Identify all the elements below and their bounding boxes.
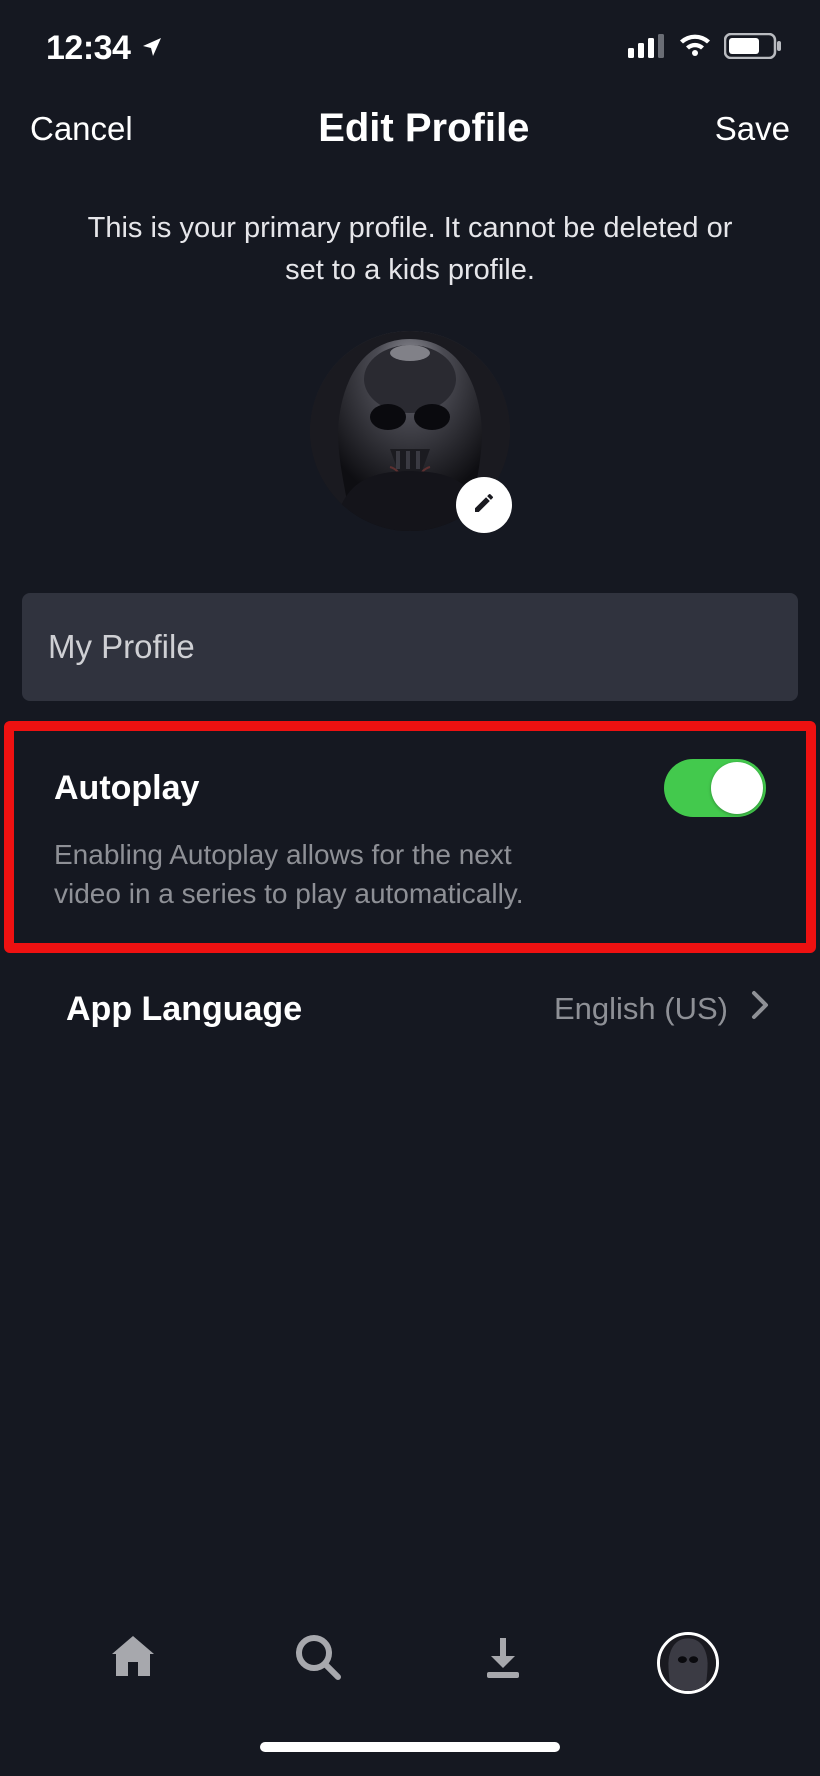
home-indicator[interactable] — [260, 1742, 560, 1752]
pencil-icon — [472, 491, 496, 520]
avatar-section — [0, 301, 820, 573]
app-language-row[interactable]: App Language English (US) — [22, 953, 798, 1029]
content: Autoplay Enabling Autoplay allows for th… — [0, 573, 820, 1029]
toggle-knob — [711, 762, 763, 814]
autoplay-description: Enabling Autoplay allows for the next vi… — [54, 835, 574, 913]
status-left: 12:34 — [46, 29, 164, 68]
edit-avatar-button[interactable] — [456, 477, 512, 533]
app-language-value: English (US) — [554, 991, 728, 1027]
chevron-right-icon — [750, 989, 770, 1029]
save-button[interactable]: Save — [715, 110, 790, 148]
app-language-title: App Language — [66, 990, 302, 1029]
autoplay-toggle[interactable] — [664, 759, 766, 817]
page-header: Cancel Edit Profile Save — [0, 78, 820, 171]
status-bar: 12:34 — [0, 0, 820, 78]
page-title: Edit Profile — [318, 106, 529, 151]
home-icon — [108, 1632, 158, 1685]
nav-home[interactable] — [88, 1632, 178, 1685]
location-arrow-icon — [140, 29, 164, 68]
autoplay-title: Autoplay — [54, 769, 199, 808]
status-time: 12:34 — [46, 29, 130, 68]
cellular-signal-icon — [628, 34, 666, 63]
nav-profile-avatar — [657, 1632, 719, 1694]
cancel-button[interactable]: Cancel — [30, 110, 133, 148]
nav-profile[interactable] — [643, 1632, 733, 1694]
status-right — [628, 33, 782, 64]
nav-search[interactable] — [273, 1632, 363, 1687]
download-icon — [478, 1632, 528, 1687]
search-icon — [293, 1632, 343, 1687]
nav-downloads[interactable] — [458, 1632, 548, 1687]
primary-profile-info: This is your primary profile. It cannot … — [0, 171, 820, 301]
battery-icon — [724, 33, 782, 64]
autoplay-setting-highlighted: Autoplay Enabling Autoplay allows for th… — [4, 721, 816, 953]
wifi-icon — [678, 34, 712, 63]
profile-name-input[interactable] — [22, 593, 798, 701]
